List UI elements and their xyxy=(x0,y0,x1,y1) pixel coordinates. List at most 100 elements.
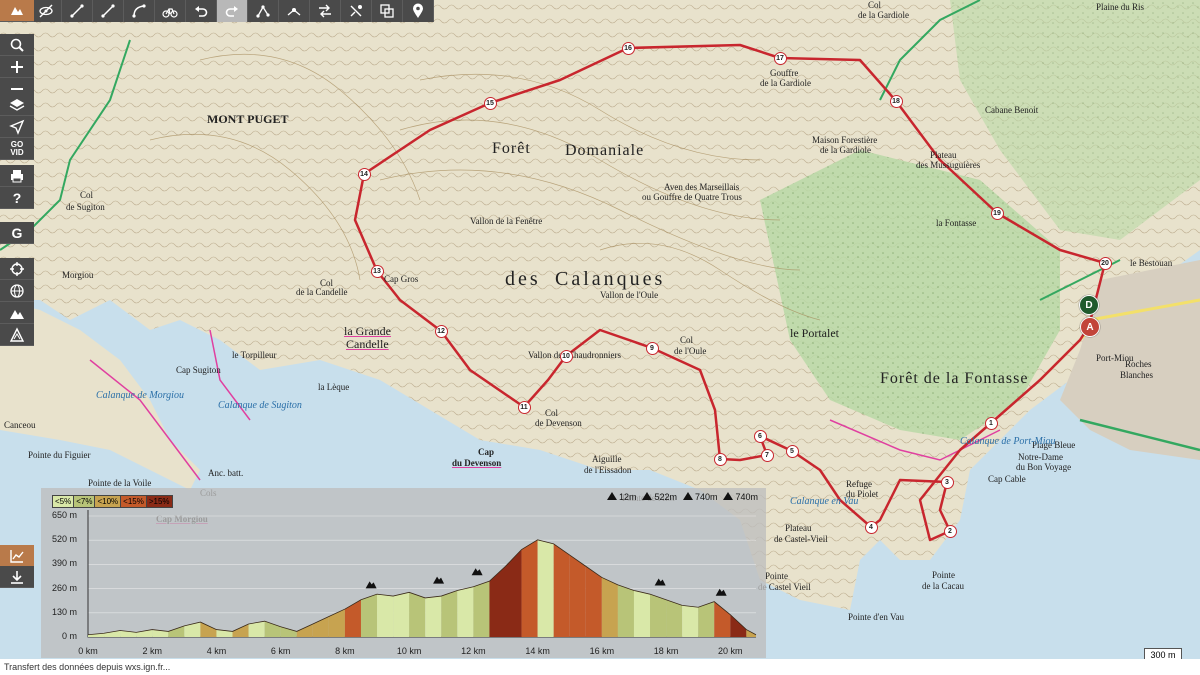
map-label: Col xyxy=(868,0,882,10)
waypoint-marker[interactable]: 15 xyxy=(483,96,497,110)
waypoint-marker[interactable]: 6 xyxy=(753,429,767,443)
pin-button[interactable] xyxy=(403,0,434,22)
profile-segment xyxy=(730,614,747,637)
reverse-route-button[interactable] xyxy=(310,0,341,22)
map-label: Plateau xyxy=(930,150,957,160)
profile-segment xyxy=(104,630,121,637)
map-label: Forêt de la Fontasse xyxy=(880,370,1029,387)
waypoint-marker[interactable]: 17 xyxy=(773,51,787,65)
printer-icon xyxy=(11,169,23,182)
map-label: Calanques xyxy=(555,268,666,290)
redo-button[interactable] xyxy=(217,0,248,22)
map-label: Pointe xyxy=(932,570,956,580)
google-g-icon: G xyxy=(12,225,23,241)
map-label: de la Candelle xyxy=(296,287,348,297)
zoom-search-button[interactable] xyxy=(0,34,34,56)
summit-icon xyxy=(654,578,666,586)
navigation-arrow-icon xyxy=(9,119,25,135)
profile-segment xyxy=(168,625,185,637)
elevation-chart-button[interactable] xyxy=(0,545,34,567)
waypoint-marker[interactable]: 3 xyxy=(940,475,954,489)
profile-segment xyxy=(666,599,683,637)
waypoint-marker[interactable]: 16 xyxy=(621,41,635,55)
map-label: Col xyxy=(80,190,94,200)
split-route-button[interactable] xyxy=(341,0,372,22)
terrain-button[interactable] xyxy=(0,302,34,324)
download-button[interactable] xyxy=(0,566,34,588)
map-label: de la Gardiole xyxy=(820,145,871,155)
edit-points-icon xyxy=(256,5,270,18)
profile-segment xyxy=(425,596,442,637)
waypoint-marker[interactable]: 7 xyxy=(760,448,774,462)
map-label: du Bon Voyage xyxy=(1016,462,1072,472)
waypoint-marker[interactable]: 9 xyxy=(645,341,659,355)
waypoint-marker[interactable]: 5 xyxy=(785,444,799,458)
locate-button[interactable] xyxy=(0,116,34,138)
profile-segment xyxy=(617,584,634,637)
google-button[interactable]: G xyxy=(0,222,34,244)
map-label: le Torpilleur xyxy=(232,350,277,360)
waypoint-marker[interactable]: 20 xyxy=(1098,256,1112,270)
map-label: Vallon de l'Oule xyxy=(600,290,659,300)
hazard-button[interactable] xyxy=(0,324,34,346)
elevation-profile-panel[interactable]: <5% <7% <10% <15% >15% 12m 522m 740m 740m 65… xyxy=(41,488,766,658)
copy-icon xyxy=(380,4,394,18)
map-label: Blanches xyxy=(1120,370,1153,380)
profile-segment xyxy=(714,601,731,637)
waypoint-marker[interactable]: 13 xyxy=(370,264,384,278)
route-finish-marker[interactable]: D xyxy=(1079,295,1099,315)
svg-text:G: G xyxy=(12,225,23,241)
map-label: Vallon des Chaudronniers xyxy=(528,350,621,360)
curve-route-button[interactable] xyxy=(124,0,155,22)
crosshair-icon xyxy=(10,261,24,276)
line-draw-icon xyxy=(70,4,84,18)
profile-segment xyxy=(312,616,329,637)
undo-button[interactable] xyxy=(186,0,217,22)
map-label: de Devenson xyxy=(535,418,582,428)
print-button[interactable] xyxy=(0,165,34,187)
draw-route-button[interactable] xyxy=(62,0,93,22)
goto-label-bottom: VID xyxy=(10,147,24,157)
edit-points-button[interactable] xyxy=(248,0,279,22)
waypoint-marker[interactable]: 8 xyxy=(713,452,727,466)
summit-icon xyxy=(471,568,483,576)
profile-segment xyxy=(344,599,361,637)
help-button[interactable]: ? xyxy=(0,187,34,209)
waypoint-marker[interactable]: 10 xyxy=(559,349,573,363)
map-label: Canceou xyxy=(4,420,36,430)
map-label: Morgiou xyxy=(62,270,94,280)
waypoint-marker[interactable]: 14 xyxy=(357,167,371,181)
waypoint-marker[interactable]: 4 xyxy=(864,520,878,534)
layers-button[interactable] xyxy=(0,94,34,116)
bike-mode-button[interactable] xyxy=(155,0,186,22)
profile-segment xyxy=(682,605,699,637)
elevation-profile-chart[interactable] xyxy=(41,488,766,658)
globe-button[interactable] xyxy=(0,280,34,302)
route-start-marker[interactable]: A xyxy=(1080,317,1100,337)
copy-route-button[interactable] xyxy=(372,0,403,22)
goto-video-button[interactable]: GO VID xyxy=(0,138,34,160)
zoom-in-button[interactable] xyxy=(0,56,34,78)
map-label: le Portalet xyxy=(790,326,839,340)
waypoint-marker[interactable]: 11 xyxy=(517,400,531,414)
profile-segment xyxy=(280,626,297,637)
profile-segment xyxy=(633,590,651,637)
draw-segment-button[interactable] xyxy=(93,0,124,22)
profile-segment xyxy=(473,581,490,637)
map-label: le Bestouan xyxy=(1130,258,1173,268)
map-label: Calanque de Sugiton xyxy=(218,400,302,411)
waypoint-marker[interactable]: 12 xyxy=(434,324,448,338)
hide-toggle-button[interactable] xyxy=(31,0,62,22)
crosshair-button[interactable] xyxy=(0,258,34,280)
add-point-button[interactable] xyxy=(279,0,310,22)
profile-segment xyxy=(569,555,586,637)
profile-segment xyxy=(360,594,378,637)
waypoint-marker[interactable]: 2 xyxy=(943,524,957,538)
map-label: de l'Eissadon xyxy=(584,465,632,475)
waypoint-marker[interactable]: 1 xyxy=(984,416,998,430)
map-label: de l'Oule xyxy=(674,346,707,356)
waypoint-marker[interactable]: 19 xyxy=(990,206,1004,220)
profile-segment xyxy=(537,539,554,637)
app-logo-button[interactable] xyxy=(0,0,34,22)
waypoint-marker[interactable]: 18 xyxy=(889,94,903,108)
